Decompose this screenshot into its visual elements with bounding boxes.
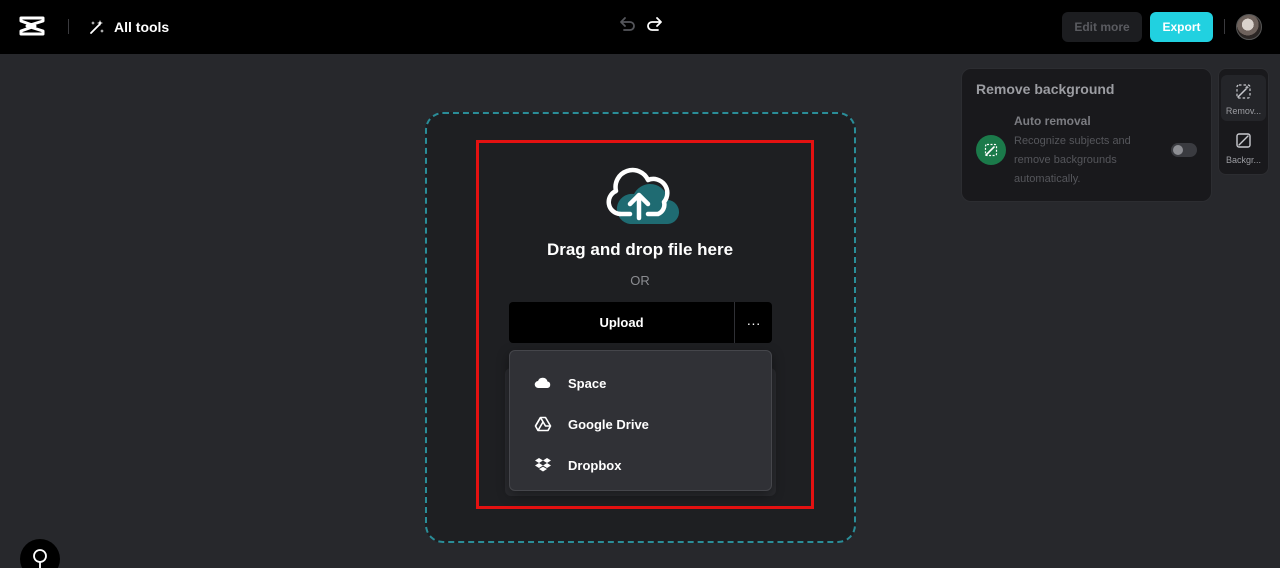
header-divider: [1224, 19, 1225, 34]
edit-more-button[interactable]: Edit more: [1062, 12, 1142, 42]
all-tools-label: All tools: [114, 19, 170, 35]
auto-removal-badge: [976, 135, 1006, 165]
menu-item-google-drive[interactable]: Google Drive: [510, 404, 771, 444]
magic-wand-icon: [1236, 84, 1251, 99]
auto-removal-title: Auto removal: [1014, 114, 1091, 128]
auto-removal-description: Recognize subjects and remove background…: [1014, 135, 1131, 185]
tab-label: Remov...: [1225, 106, 1262, 116]
panel-title: Remove background: [976, 81, 1115, 97]
tab-remove-background[interactable]: Remov...: [1221, 75, 1266, 121]
or-text: OR: [630, 273, 650, 288]
tab-background[interactable]: Backgr...: [1221, 124, 1266, 170]
all-tools-button[interactable]: All tools: [88, 15, 169, 39]
cloud-icon: [534, 377, 551, 389]
cloud-upload-icon: [606, 167, 680, 225]
background-icon: [1236, 133, 1251, 148]
menu-item-label: Google Drive: [568, 416, 649, 432]
eraser-icon: [984, 143, 998, 157]
more-options-button[interactable]: ···: [735, 302, 772, 343]
header-divider: [68, 19, 69, 34]
help-button[interactable]: [20, 539, 60, 568]
google-drive-icon: [534, 416, 552, 432]
dropbox-icon: [535, 458, 551, 472]
menu-item-label: Dropbox: [568, 457, 622, 473]
avatar[interactable]: [1236, 14, 1262, 40]
auto-removal-toggle[interactable]: [1171, 143, 1197, 157]
capcut-logo-icon[interactable]: [19, 15, 45, 37]
top-bar: All tools Edit more Export: [0, 0, 1280, 54]
export-button[interactable]: Export: [1150, 12, 1213, 42]
tab-label: Backgr...: [1225, 155, 1261, 165]
drag-drop-text: Drag and drop file here: [546, 240, 734, 259]
upload-source-menu: Space Google Drive Dropbox: [509, 350, 772, 491]
lightbulb-icon: [33, 549, 47, 568]
magic-wand-icon: [90, 20, 104, 34]
upload-button-group: Upload ···: [509, 302, 772, 343]
undo-icon[interactable]: [616, 14, 636, 34]
menu-item-label: Space: [568, 375, 607, 391]
menu-item-space[interactable]: Space: [510, 363, 771, 403]
upload-button[interactable]: Upload: [509, 302, 734, 343]
redo-icon[interactable]: [646, 14, 666, 34]
menu-item-dropbox[interactable]: Dropbox: [510, 445, 771, 485]
